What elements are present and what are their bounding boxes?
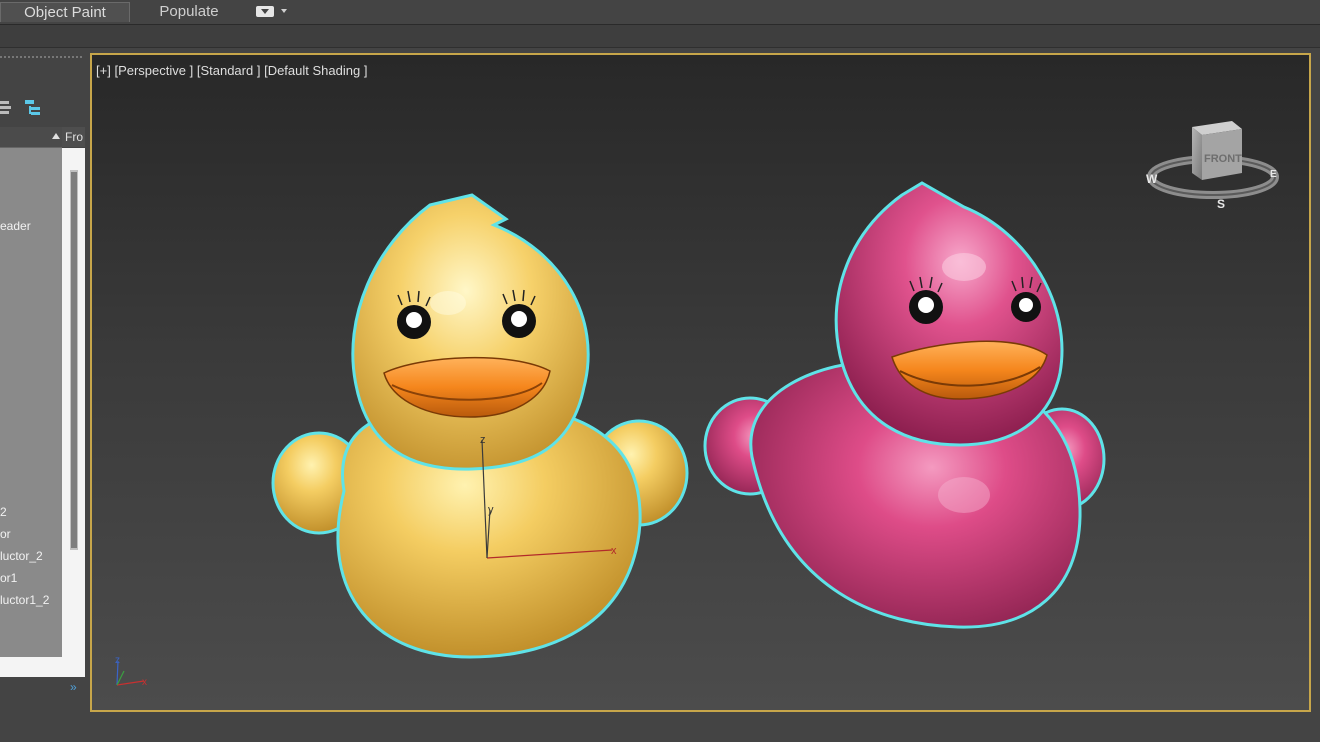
world-z-label: z bbox=[115, 655, 120, 666]
panel-grip[interactable] bbox=[0, 56, 82, 60]
list-item[interactable]: luctor1_2 bbox=[0, 590, 62, 610]
list-item[interactable]: eader bbox=[0, 216, 62, 236]
ribbon-toggle-icon bbox=[256, 6, 274, 17]
explorer-rows: eader 2 or luctor_2 or1 luctor1_2 bbox=[0, 148, 62, 657]
filter-layers-icon[interactable] bbox=[0, 101, 12, 115]
tab-populate[interactable]: Populate bbox=[140, 2, 238, 22]
list-item[interactable]: luctor_2 bbox=[0, 546, 62, 566]
viewport-preset-menu[interactable]: [Standard ] bbox=[197, 63, 261, 78]
explorer-toolbar bbox=[0, 97, 60, 119]
world-axis-tripod: x z bbox=[115, 655, 147, 688]
compass-south-label: S bbox=[1217, 197, 1225, 211]
list-item[interactable]: 2 bbox=[0, 502, 62, 522]
ribbon-tab-bar: Object Paint Populate bbox=[0, 0, 1320, 25]
sort-ascending-icon bbox=[52, 133, 60, 139]
viewcube-front-label: FRONT bbox=[1204, 153, 1242, 165]
ribbon-options-dropdown[interactable] bbox=[256, 5, 290, 19]
viewcube[interactable]: FRONT W S E bbox=[1146, 121, 1279, 211]
hierarchy-icon[interactable] bbox=[24, 99, 42, 117]
explorer-footer bbox=[0, 657, 85, 677]
viewport-general-menu[interactable]: [+] bbox=[96, 63, 111, 78]
list-item[interactable]: or1 bbox=[0, 568, 62, 588]
yellow-duck-model[interactable] bbox=[271, 193, 689, 659]
perspective-viewport[interactable]: x y z FRONT W S E x z [+] [Perspective]… bbox=[90, 53, 1311, 712]
gizmo-x-label: x bbox=[611, 545, 617, 557]
viewport-shading-menu[interactable]: [Default Shading ] bbox=[264, 63, 367, 78]
world-x-label: x bbox=[142, 677, 147, 688]
gizmo-y-label: y bbox=[488, 504, 494, 516]
explorer-second-column-header[interactable]: Fro bbox=[62, 127, 85, 147]
explorer-scroll-thumb[interactable] bbox=[71, 172, 77, 548]
gizmo-z-label: z bbox=[480, 434, 486, 446]
chevron-down-icon bbox=[281, 9, 287, 13]
viewport-scene: x y z FRONT W S E x z bbox=[115, 121, 1279, 688]
compass-east-label: E bbox=[1270, 169, 1277, 180]
viewport-point-of-view-menu[interactable]: [Perspective ] bbox=[114, 63, 193, 78]
ribbon-panel-strip bbox=[0, 25, 1320, 48]
tab-object-paint[interactable]: Object Paint bbox=[0, 2, 130, 22]
expand-panel-icon[interactable]: » bbox=[70, 680, 77, 694]
viewport-label-menu: [+] [Perspective ] [Standard ] [Default … bbox=[96, 63, 367, 78]
pink-duck-model[interactable] bbox=[703, 181, 1106, 629]
compass-west-label: W bbox=[1146, 172, 1158, 186]
list-item[interactable]: or bbox=[0, 524, 62, 544]
explorer-name-column-header[interactable] bbox=[0, 127, 62, 148]
